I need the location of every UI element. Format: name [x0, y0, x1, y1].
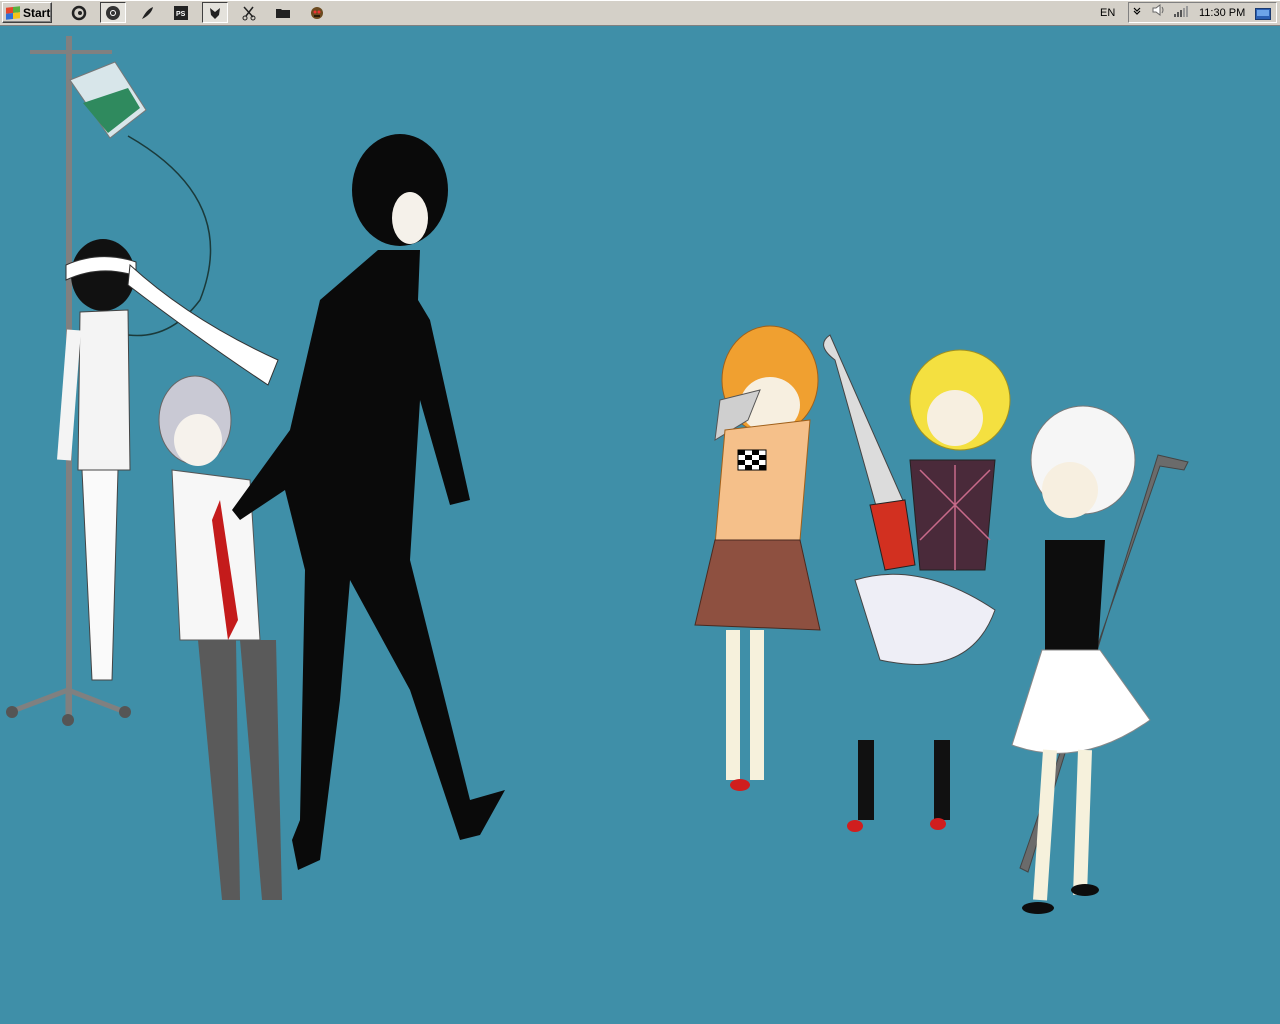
- clock[interactable]: 11:30 PM: [1199, 7, 1245, 19]
- windows-logo-icon: [6, 5, 20, 20]
- folder-icon[interactable]: [270, 2, 296, 23]
- game-icon[interactable]: [304, 2, 330, 23]
- photoshop-icon[interactable]: PS: [168, 2, 194, 23]
- scissors-icon[interactable]: [236, 2, 262, 23]
- chrome-icon[interactable]: [100, 2, 126, 23]
- grey-haired-boy-figure: [158, 375, 282, 900]
- chevron-down-icon[interactable]: [1129, 6, 1145, 19]
- svg-text:PS: PS: [176, 11, 186, 18]
- swirl-app-icon[interactable]: [66, 2, 92, 23]
- chainsaw-girl-figure: [823, 334, 1011, 832]
- desktop[interactable]: [0, 26, 1280, 1024]
- tulip-icon[interactable]: [202, 2, 228, 23]
- system-tray: 11:30 PM: [1128, 2, 1277, 23]
- wallpaper-illustration: [6, 36, 1189, 914]
- start-label: Start: [23, 5, 51, 20]
- feather-icon[interactable]: [134, 2, 160, 23]
- knife-girl-figure: [694, 325, 821, 791]
- crowbar-girl-figure: [1011, 405, 1189, 914]
- speaker-icon[interactable]: [1151, 3, 1167, 22]
- network-signal-icon[interactable]: [1173, 4, 1189, 22]
- taskbar: Start PS EN 11:30 PM: [0, 0, 1280, 26]
- language-indicator[interactable]: EN: [1100, 0, 1115, 26]
- start-button[interactable]: Start: [2, 2, 52, 23]
- show-desktop-icon[interactable]: [1255, 7, 1272, 20]
